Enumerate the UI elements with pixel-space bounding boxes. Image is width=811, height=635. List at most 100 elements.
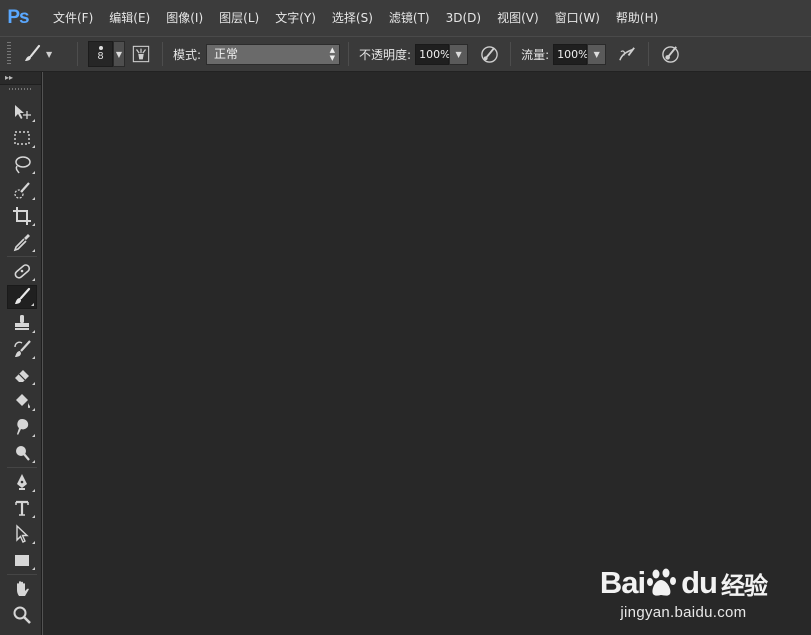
updown-arrows-icon: ▲ ▼ [329, 45, 336, 62]
pressure-opacity-icon [480, 45, 498, 63]
menu-file[interactable]: 文件(F) [45, 0, 101, 36]
flow-label: 流量: [521, 47, 550, 62]
menu-select[interactable]: 选择(S) [324, 0, 381, 36]
quick-select-tool[interactable] [7, 178, 37, 202]
bandage-icon [14, 264, 31, 279]
flow-field[interactable]: 100% ▼ [553, 43, 607, 65]
pen-icon [17, 474, 27, 490]
blur-tool[interactable] [7, 415, 37, 439]
brush-tip-icon [98, 46, 103, 50]
stamp-icon [15, 315, 29, 330]
chevron-down-icon: ▼ [46, 49, 53, 59]
brush-panel-icon [132, 45, 150, 63]
zoom-tool[interactable] [7, 603, 37, 627]
brush-icon [15, 287, 31, 304]
chevron-down-icon[interactable]: ▼ [587, 43, 607, 65]
opacity-label: 不透明度: [359, 47, 412, 62]
eraser-tool[interactable] [7, 363, 37, 387]
menu-edit[interactable]: 编辑(E) [101, 0, 158, 36]
divider [648, 42, 650, 66]
move-tool[interactable] [7, 100, 37, 124]
mode-label: 模式: [173, 47, 202, 62]
menu-3d[interactable]: 3D(D) [438, 0, 489, 36]
chevron-down-icon: ▼ [113, 41, 125, 67]
pressure-size-button[interactable] [659, 43, 681, 65]
shape-tool[interactable] [7, 548, 37, 572]
path-select-tool[interactable] [7, 522, 37, 546]
divider [162, 42, 163, 66]
menu-window[interactable]: 窗口(W) [547, 0, 608, 36]
tool-preset-picker[interactable]: ▼ [21, 43, 71, 65]
baidu-jingyan-watermark: Bai du 经验 jingyan.baidu.com [599, 565, 768, 621]
menu-image[interactable]: 图像(I) [158, 0, 211, 36]
chevron-down-icon[interactable]: ▼ [449, 43, 469, 65]
menu-help[interactable]: 帮助(H) [608, 0, 666, 36]
toolbox-grip[interactable] [9, 88, 32, 90]
canvas-workspace[interactable]: Bai du 经验 jingyan.baidu.com [43, 72, 811, 635]
airbrush-button[interactable] [616, 43, 638, 65]
eraser-icon [15, 370, 29, 382]
rect-marquee-icon [14, 131, 30, 145]
lasso-icon [15, 156, 31, 174]
quick-select-icon [14, 182, 30, 199]
lasso-tool[interactable] [7, 152, 37, 176]
menu-layer[interactable]: 图层(L) [211, 0, 267, 36]
menu-type[interactable]: 文字(Y) [267, 0, 324, 36]
options-grip[interactable] [7, 42, 11, 66]
bucket-icon [16, 394, 30, 409]
marquee-tool[interactable] [7, 126, 37, 150]
dodge-icon [16, 446, 30, 461]
history-brush-tool[interactable] [7, 337, 37, 361]
divider [510, 42, 512, 66]
dodge-tool[interactable] [7, 441, 37, 465]
blend-mode-select[interactable]: 正常 ▲ ▼ [206, 43, 341, 65]
pen-tool[interactable] [7, 470, 37, 494]
divider [77, 42, 78, 66]
divider [348, 42, 350, 66]
menu-bar: Ps 文件(F) 编辑(E) 图像(I) 图层(L) 文字(Y) 选择(S) 滤… [0, 0, 811, 36]
eyedropper-icon [13, 234, 30, 252]
type-icon [15, 500, 29, 516]
menu-items: 文件(F) 编辑(E) 图像(I) 图层(L) 文字(Y) 选择(S) 滤镜(T… [45, 0, 666, 36]
crop-icon [13, 207, 31, 225]
paint-bucket-tool[interactable] [7, 389, 37, 413]
menu-view[interactable]: 视图(V) [489, 0, 547, 36]
brush-panel-toggle-button[interactable] [130, 43, 152, 65]
brush-tool[interactable] [7, 285, 37, 309]
type-tool[interactable] [7, 496, 37, 520]
brush-preset-icon [25, 44, 41, 61]
pressure-size-icon [661, 45, 679, 63]
hand-icon [17, 581, 29, 596]
baidu-logo-right: du [681, 565, 718, 600]
clone-stamp-tool[interactable] [7, 311, 37, 335]
jingyan-label: 经验 [721, 572, 768, 600]
history-brush-icon [14, 340, 31, 357]
menu-filter[interactable]: 滤镜(T) [381, 0, 438, 36]
blur-icon [17, 419, 29, 435]
eyedropper-tool[interactable] [7, 230, 37, 254]
brush-size-preview: 8 [88, 41, 113, 67]
arrow-icon [16, 524, 29, 543]
flow-input[interactable]: 100% [553, 43, 589, 65]
options-bar: ▼ 8 ▼ 模式: 正常 ▲ ▼ 不透明度: 100% ▼ 流量: 100% ▼ [0, 36, 811, 72]
opacity-input[interactable]: 100% [415, 43, 451, 65]
pressure-opacity-button[interactable] [478, 43, 500, 65]
watermark-url: jingyan.baidu.com [620, 604, 747, 621]
brush-size-picker[interactable]: 8 ▼ [88, 41, 126, 67]
zoom-icon [13, 606, 31, 624]
toolbox-panel: ▸▸ [0, 72, 42, 635]
baidu-logo: Bai du 经验 [599, 565, 768, 601]
healing-brush-tool[interactable] [7, 259, 37, 283]
opacity-field[interactable]: 100% ▼ [415, 43, 469, 65]
hand-tool[interactable] [7, 577, 37, 601]
toolbox-collapse-button[interactable]: ▸▸ [0, 72, 41, 85]
crop-tool[interactable] [7, 204, 37, 228]
rectangle-icon [15, 555, 29, 566]
move-icon [15, 105, 31, 119]
paw-icon [646, 568, 680, 598]
blend-mode-value: 正常 [214, 46, 239, 61]
baidu-logo-left: Bai [599, 565, 646, 600]
ps-logo: Ps [7, 7, 29, 28]
airbrush-icon [618, 46, 635, 60]
brush-size-value: 8 [97, 51, 104, 62]
